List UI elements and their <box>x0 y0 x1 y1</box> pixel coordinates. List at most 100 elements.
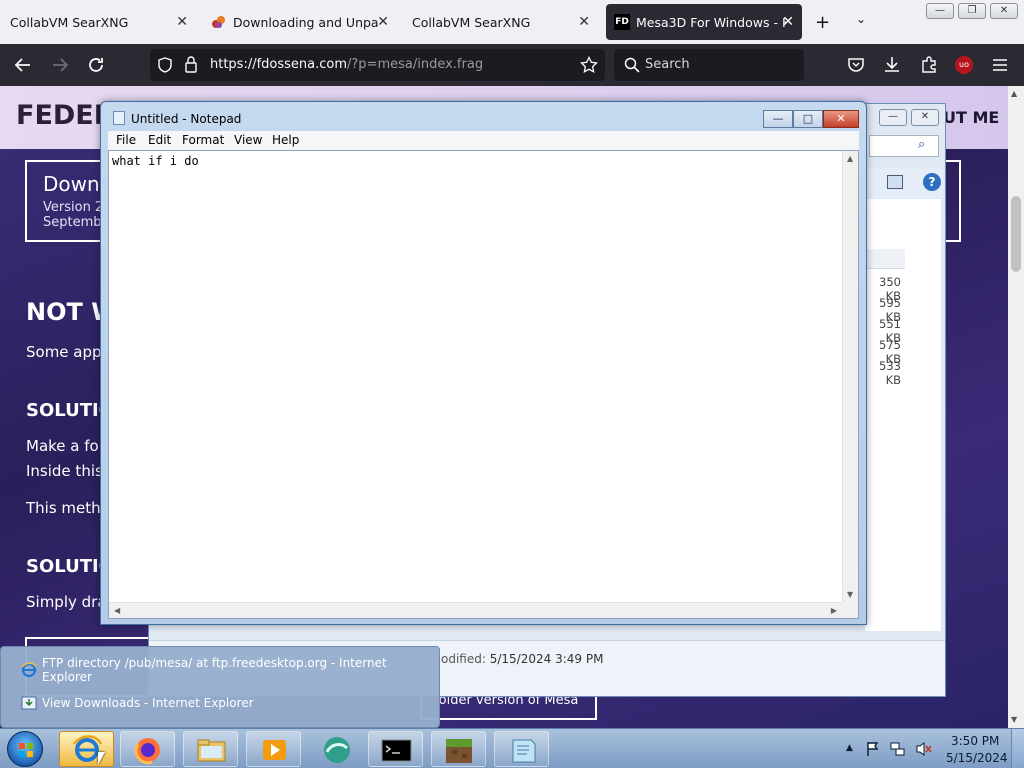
taskbar-firefox[interactable] <box>120 731 175 767</box>
taskbar-command-prompt[interactable] <box>368 731 423 767</box>
back-arrow-icon[interactable] <box>14 56 32 74</box>
paragraph-make-folder: Make a fol <box>26 437 103 455</box>
tracking-shield-icon[interactable] <box>157 57 173 73</box>
reload-icon[interactable] <box>87 56 105 74</box>
help-icon[interactable]: ? <box>923 173 941 191</box>
menu-help[interactable]: Help <box>272 133 299 147</box>
close-button[interactable]: ✕ <box>990 3 1018 19</box>
fd-favicon-icon: FD <box>614 14 630 30</box>
tab-strip: CollabVM SearXNG ✕ Downloading and Unpac… <box>0 0 1024 44</box>
scroll-down-icon[interactable]: ▼ <box>847 590 853 599</box>
date-modified: odified: 5/15/2024 3:49 PM <box>441 652 603 666</box>
about-me-link[interactable]: UT ME <box>943 108 999 127</box>
clock-date[interactable]: 5/15/2024 <box>946 751 1008 765</box>
paragraph-simply-drag: Simply dra <box>26 593 107 611</box>
tab-close-icon[interactable]: ✕ <box>377 14 389 30</box>
browser-app-icon <box>324 737 350 763</box>
explorer-search-input[interactable]: ⌕ <box>869 135 939 157</box>
media-player-icon <box>263 740 286 760</box>
scrollbar-thumb[interactable] <box>1011 196 1021 272</box>
forward-arrow-icon[interactable] <box>51 56 69 74</box>
firefox-icon <box>134 738 160 765</box>
file-size: 533 KB <box>879 359 901 387</box>
hamburger-menu-icon[interactable] <box>991 56 1009 74</box>
scroll-up-icon[interactable]: ▲ <box>1011 89 1017 98</box>
window-title: Untitled - Notepad <box>131 112 242 126</box>
scroll-right-icon[interactable]: ▶ <box>831 606 837 615</box>
horizontal-scrollbar[interactable]: ◀ ▶ <box>109 602 842 618</box>
menu-view[interactable]: View <box>234 133 262 147</box>
downloads-window-icon <box>21 696 37 710</box>
tab-close-icon[interactable]: ✕ <box>782 14 794 30</box>
date-modified-value: 5/15/2024 3:49 PM <box>489 652 604 666</box>
minimize-button[interactable]: — <box>926 3 954 19</box>
action-center-flag-icon[interactable] <box>866 741 880 757</box>
clock-time[interactable]: 3:50 PM <box>951 734 999 748</box>
vertical-scrollbar[interactable]: ▲ ▼ <box>842 151 858 602</box>
start-button[interactable] <box>7 731 43 767</box>
jumplist-item-label: View Downloads - Internet Explorer <box>42 696 254 710</box>
network-icon[interactable] <box>890 741 906 757</box>
ublock-icon[interactable]: uo <box>955 56 973 74</box>
tab-collabvm-searxng-1[interactable]: CollabVM SearXNG ✕ <box>0 4 196 40</box>
paragraph-method: This metho <box>26 499 110 517</box>
size-column-header[interactable] <box>865 249 905 269</box>
paragraph-some-apps: Some appl <box>26 343 106 361</box>
url-host: https://fdossena.com <box>210 57 348 72</box>
explorer-toolbar: ? <box>865 168 943 198</box>
explorer-close-button[interactable]: ✕ <box>911 109 939 126</box>
windows-logo-icon <box>19 743 33 757</box>
explorer-file-list[interactable]: 350 KB 595 KB 551 KB 575 KB 533 KB <box>865 199 941 631</box>
document-text[interactable]: what if i do <box>112 154 199 168</box>
tab-close-icon[interactable]: ✕ <box>176 14 188 30</box>
tab-mesa3d-for-windows[interactable]: FD Mesa3D For Windows - Fec ✕ <box>606 4 802 40</box>
scroll-up-icon[interactable]: ▲ <box>847 154 853 163</box>
show-hidden-icons-icon[interactable]: ▲ <box>846 743 853 753</box>
scroll-left-icon[interactable]: ◀ <box>114 606 120 615</box>
restore-button[interactable]: ❐ <box>958 3 986 19</box>
menu-edit[interactable]: Edit <box>148 133 171 147</box>
jumplist-item-view-downloads[interactable]: View Downloads - Internet Explorer <box>21 692 254 714</box>
jumplist-item-ftp-directory[interactable]: FTP directory /pub/mesa/ at ftp.freedesk… <box>21 656 439 684</box>
taskbar-minecraft[interactable] <box>431 731 486 767</box>
new-tab-button[interactable]: + <box>815 12 830 33</box>
taskbar-notepad[interactable] <box>494 731 549 767</box>
notepad-close-button[interactable]: ✕ <box>823 110 859 128</box>
search-input[interactable]: Search <box>614 49 804 81</box>
taskbar-media-player[interactable] <box>246 731 301 767</box>
puzzle-icon[interactable] <box>920 55 938 73</box>
url-text[interactable]: https://fdossena.com/?p=mesa/index.frag <box>210 57 483 72</box>
scroll-down-icon[interactable]: ▼ <box>1011 715 1017 724</box>
size-grip[interactable] <box>842 602 858 618</box>
taskbar-internet-explorer[interactable] <box>59 731 114 767</box>
notepad-window[interactable]: Untitled - Notepad — □ ✕ File Edit Forma… <box>100 101 867 625</box>
url-bar[interactable]: https://fdossena.com/?p=mesa/index.frag <box>150 49 605 81</box>
volume-muted-icon[interactable] <box>915 741 933 757</box>
star-icon[interactable] <box>580 56 598 74</box>
tab-close-icon[interactable]: ✕ <box>578 14 590 30</box>
notepad-maximize-button[interactable]: □ <box>793 110 823 128</box>
github-favicon-icon <box>212 16 225 28</box>
notepad-minimize-button[interactable]: — <box>763 110 793 128</box>
search-placeholder: Search <box>645 57 690 72</box>
pocket-icon[interactable] <box>847 56 865 74</box>
internet-explorer-icon <box>73 735 103 762</box>
page-scrollbar[interactable]: ▲ ▼ <box>1008 86 1024 728</box>
download-icon[interactable] <box>883 55 901 73</box>
jumplist-item-label: FTP directory /pub/mesa/ at ftp.freedesk… <box>42 656 387 684</box>
menu-file[interactable]: File <box>116 133 136 147</box>
text-editor-area[interactable]: what if i do ▲ ▼ ◀ ▶ <box>108 150 859 619</box>
menu-format[interactable]: Format <box>182 133 224 147</box>
tab-collabvm-searxng-2[interactable]: CollabVM SearXNG ✕ <box>402 4 598 40</box>
taskbar-browser-app[interactable] <box>309 731 364 767</box>
lock-icon[interactable] <box>184 56 198 73</box>
explorer-minimize-button[interactable]: — <box>879 109 907 126</box>
preview-pane-icon[interactable] <box>887 175 903 189</box>
show-desktop-button[interactable] <box>1011 729 1024 768</box>
tab-downloading-unpacking[interactable]: Downloading and Unpacki ✕ <box>205 4 395 40</box>
list-all-tabs-button[interactable]: ⌄ <box>856 12 866 26</box>
taskbar-file-explorer[interactable] <box>183 731 238 767</box>
url-path: /?p=mesa/index.frag <box>347 57 484 72</box>
minecraft-icon <box>446 739 472 763</box>
menu-bar: File Edit Format View Help <box>108 131 859 150</box>
